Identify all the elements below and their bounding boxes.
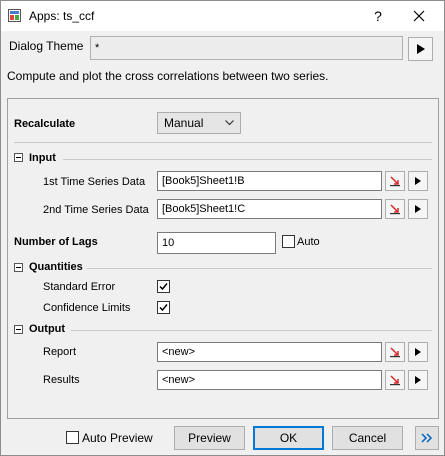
window-title: Apps: ts_ccf — [29, 9, 95, 23]
range-select-icon — [390, 204, 400, 215]
collapse-output-icon[interactable] — [14, 325, 23, 334]
series2-select-button[interactable] — [385, 199, 405, 219]
series1-input[interactable]: [Book5]Sheet1!B — [157, 171, 382, 191]
help-button[interactable]: ? — [363, 5, 393, 27]
series2-input[interactable]: [Book5]Sheet1!C — [157, 199, 382, 219]
report-menu-button[interactable] — [408, 342, 428, 362]
preview-button[interactable]: Preview — [174, 426, 245, 450]
auto-preview-checkbox[interactable] — [66, 431, 79, 444]
separator — [87, 268, 432, 269]
output-section-title: Output — [29, 323, 66, 335]
range-select-icon — [390, 347, 400, 358]
dialog-theme-field[interactable]: * — [90, 36, 403, 60]
separator — [71, 330, 432, 331]
series2-label: 2nd Time Series Data — [43, 204, 149, 216]
conf-limits-checkbox[interactable] — [157, 301, 170, 314]
collapse-input-icon[interactable] — [14, 153, 23, 162]
report-label: Report — [43, 346, 77, 358]
results-menu-button[interactable] — [408, 370, 428, 390]
std-error-checkbox[interactable] — [157, 280, 170, 293]
check-icon — [159, 304, 168, 312]
play-arrow-icon — [415, 348, 421, 356]
ok-button[interactable]: OK — [253, 426, 324, 450]
cancel-button[interactable]: Cancel — [332, 426, 403, 450]
recalculate-value: Manual — [164, 116, 204, 130]
separator — [14, 142, 432, 143]
std-error-label: Standard Error — [43, 281, 116, 293]
close-icon — [413, 10, 425, 22]
dialog-theme-label: Dialog Theme — [9, 39, 84, 53]
input-section-title: Input — [29, 152, 56, 164]
quantities-section-title: Quantities — [29, 261, 83, 273]
series1-label: 1st Time Series Data — [43, 176, 146, 188]
results-select-button[interactable] — [385, 370, 405, 390]
dialog-window: Apps: ts_ccf ? Dialog Theme * Compute an… — [0, 0, 445, 456]
report-input[interactable]: <new> — [157, 342, 382, 362]
conf-limits-label: Confidence Limits — [43, 302, 131, 314]
series1-menu-button[interactable] — [408, 171, 428, 191]
app-icon — [8, 9, 21, 22]
lags-input[interactable]: 10 — [157, 232, 276, 254]
series2-menu-button[interactable] — [408, 199, 428, 219]
auto-lags-label: Auto — [297, 236, 320, 248]
range-select-icon — [390, 375, 400, 386]
series1-select-button[interactable] — [385, 171, 405, 191]
description-text: Compute and plot the cross correlations … — [7, 69, 329, 83]
play-arrow-icon — [415, 376, 421, 384]
lags-label: Number of Lags — [14, 236, 98, 248]
range-select-icon — [390, 176, 400, 187]
title-bar[interactable]: Apps: ts_ccf ? — [1, 1, 444, 31]
chevron-down-icon — [225, 120, 234, 126]
results-input[interactable]: <new> — [157, 370, 382, 390]
play-arrow-icon — [415, 205, 421, 213]
recalculate-label: Recalculate — [14, 118, 76, 130]
collapse-quantities-icon[interactable] — [14, 263, 23, 272]
check-icon — [159, 283, 168, 291]
report-select-button[interactable] — [385, 342, 405, 362]
play-arrow-icon — [416, 44, 425, 54]
double-chevron-right-icon — [421, 433, 433, 443]
results-label: Results — [43, 374, 80, 386]
expand-button[interactable] — [415, 426, 439, 450]
auto-lags-checkbox[interactable] — [282, 235, 295, 248]
play-arrow-icon — [415, 177, 421, 185]
close-button[interactable] — [401, 5, 437, 27]
theme-menu-button[interactable] — [408, 37, 433, 61]
separator — [63, 159, 432, 160]
recalculate-dropdown[interactable]: Manual — [157, 112, 241, 134]
auto-preview-label: Auto Preview — [82, 431, 153, 445]
